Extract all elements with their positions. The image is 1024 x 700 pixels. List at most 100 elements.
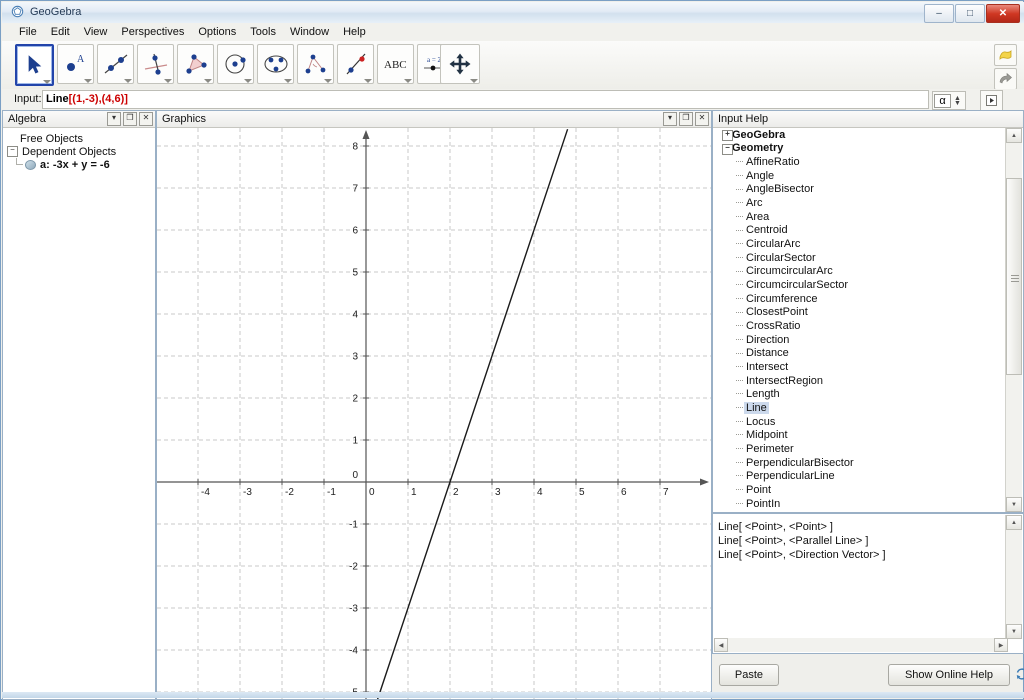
command-label: CircumcircularSector: [746, 279, 849, 292]
x-tick-label: -1: [327, 487, 336, 498]
redo-button[interactable]: [994, 68, 1017, 90]
menu-view[interactable]: View: [77, 25, 115, 39]
command-label: AffineRatio: [746, 156, 800, 169]
command-item-line[interactable]: Line: [714, 401, 1007, 415]
command-item-direction[interactable]: Direction: [714, 333, 1007, 347]
minimize-button[interactable]: –: [924, 4, 954, 23]
menu-perspectives[interactable]: Perspectives: [114, 25, 191, 39]
command-item-point[interactable]: Point: [714, 483, 1007, 497]
command-label: Direction: [746, 333, 790, 346]
plotted-line[interactable]: [368, 128, 569, 699]
command-item-circumcircularsector[interactable]: CircumcircularSector: [714, 278, 1007, 292]
algebra-panel-title: Algebra: [8, 113, 46, 125]
input-help-toggle-button[interactable]: [980, 90, 1003, 111]
input-field[interactable]: Line[(1,-3),(4,6)]: [42, 90, 929, 109]
tool-perpendicular-line[interactable]: [137, 44, 174, 84]
command-tree[interactable]: + GeoGebra − Geometry AffineRatio Angle AngleB…: [714, 128, 1007, 512]
syntax-scroll-up-button[interactable]: ▲: [1006, 515, 1022, 530]
command-item-centroid[interactable]: Centroid: [714, 224, 1007, 238]
tool-line-through-two-points[interactable]: [97, 44, 134, 84]
scroll-up-button[interactable]: ▲: [1006, 128, 1022, 143]
command-item-distance[interactable]: Distance: [714, 347, 1007, 361]
command-item-length[interactable]: Length: [714, 387, 1007, 401]
input-bar: Input: Line[(1,-3),(4,6)] α ▲ ▼: [2, 89, 1024, 111]
graphics-close-button[interactable]: ✕: [695, 112, 709, 126]
command-item-circularsector[interactable]: CircularSector: [714, 251, 1007, 265]
command-label: Circumference: [746, 292, 818, 305]
tool-move[interactable]: [15, 44, 54, 86]
command-label: Midpoint: [746, 429, 788, 442]
command-item-anglebisector[interactable]: AngleBisector: [714, 183, 1007, 197]
algebra-node-label: a: -3x + y = -6: [40, 158, 110, 171]
visibility-toggle-icon[interactable]: [25, 159, 36, 170]
algebra-category[interactable]: − Dependent Objects: [3, 145, 155, 158]
syntax-hscrollbar[interactable]: ◀ ▶: [714, 638, 1008, 652]
scrollbar-thumb[interactable]: [1006, 178, 1022, 375]
command-item-circumcirculararc[interactable]: CircumcircularArc: [714, 265, 1007, 279]
menu-file[interactable]: File: [12, 25, 44, 39]
point-icon: A: [66, 54, 85, 71]
tool-point[interactable]: A: [57, 44, 94, 84]
command-item-affineratio[interactable]: AffineRatio: [714, 155, 1007, 169]
tool-angle[interactable]: [297, 44, 334, 84]
command-item-perimeter[interactable]: Perimeter: [714, 442, 1007, 456]
command-item-midpoint[interactable]: Midpoint: [714, 428, 1007, 442]
menu-edit[interactable]: Edit: [44, 25, 77, 39]
command-label: Point: [746, 483, 772, 496]
menu-help[interactable]: Help: [336, 25, 373, 39]
graphics-canvas[interactable]: -4-3-2-101234567-5-4-3-2-1123456780: [157, 128, 711, 699]
command-item-pointin[interactable]: PointIn: [714, 497, 1007, 511]
close-button[interactable]: ✕: [986, 4, 1020, 23]
command-item-closestpoint[interactable]: ClosestPoint: [714, 306, 1007, 320]
tree-collapse-icon[interactable]: −: [7, 146, 18, 157]
menu-window[interactable]: Window: [283, 25, 336, 39]
syntax-vscrollbar[interactable]: ▲ ▼: [1005, 515, 1022, 639]
tool-polygon[interactable]: [177, 44, 214, 84]
algebra-category[interactable]: Free Objects: [3, 132, 155, 145]
algebra-menu-button[interactable]: ▾: [107, 112, 121, 126]
syntax-scroll-right-button[interactable]: ▶: [994, 638, 1008, 652]
tree-collapse-icon[interactable]: −: [722, 143, 733, 155]
command-label: Distance: [746, 347, 789, 360]
command-item-polygon[interactable]: Polygon: [714, 510, 1007, 512]
syntax-scroll-down-button[interactable]: ▼: [1006, 624, 1022, 639]
command-item-intersect[interactable]: Intersect: [714, 360, 1007, 374]
play-arrow-icon: [986, 95, 997, 106]
geogebra-logo-icon: [11, 5, 24, 18]
algebra-detach-button[interactable]: ❐: [123, 112, 137, 126]
command-item-crossratio[interactable]: CrossRatio: [714, 319, 1007, 333]
command-item-circumference[interactable]: Circumference: [714, 292, 1007, 306]
command-item-circulararc[interactable]: CircularArc: [714, 237, 1007, 251]
command-item-perpendicularbisector[interactable]: PerpendicularBisector: [714, 456, 1007, 470]
maximize-button[interactable]: □: [955, 4, 985, 23]
command-category-geometry[interactable]: − Geometry: [714, 142, 1007, 156]
tool-reflect-object[interactable]: [337, 44, 374, 84]
tool-ellipse[interactable]: [257, 44, 294, 84]
algebra-close-button[interactable]: ✕: [139, 112, 153, 126]
command-category-geogebra[interactable]: + GeoGebra: [714, 128, 1007, 142]
algebra-object-row[interactable]: a: -3x + y = -6: [3, 158, 155, 171]
help-button[interactable]: [994, 44, 1017, 66]
tool-text[interactable]: ABC: [377, 44, 414, 84]
menu-options[interactable]: Options: [191, 25, 243, 39]
command-item-perpendicularline[interactable]: PerpendicularLine: [714, 469, 1007, 483]
tree-expand-icon[interactable]: +: [722, 130, 733, 141]
scroll-down-button[interactable]: ▼: [1006, 497, 1022, 512]
tool-circle-center-point[interactable]: [217, 44, 254, 84]
symbol-picker[interactable]: α ▲ ▼: [932, 91, 966, 110]
syntax-scroll-left-button[interactable]: ◀: [714, 638, 728, 652]
show-online-help-button[interactable]: Show Online Help: [888, 664, 1010, 686]
command-item-intersectregion[interactable]: IntersectRegion: [714, 374, 1007, 388]
command-item-arc[interactable]: Arc: [714, 196, 1007, 210]
refresh-icon[interactable]: [1015, 667, 1024, 681]
menu-tools[interactable]: Tools: [243, 25, 283, 39]
graphics-detach-button[interactable]: ❐: [679, 112, 693, 126]
symbol-spinner[interactable]: ▲ ▼: [954, 95, 961, 107]
tool-move-active[interactable]: [440, 44, 480, 84]
command-tree-scrollbar[interactable]: ▲ ▼: [1005, 128, 1022, 512]
graphics-menu-button[interactable]: ▾: [663, 112, 677, 126]
command-item-area[interactable]: Area: [714, 210, 1007, 224]
paste-button[interactable]: Paste: [719, 664, 779, 686]
command-item-locus[interactable]: Locus: [714, 415, 1007, 429]
command-item-angle[interactable]: Angle: [714, 169, 1007, 183]
